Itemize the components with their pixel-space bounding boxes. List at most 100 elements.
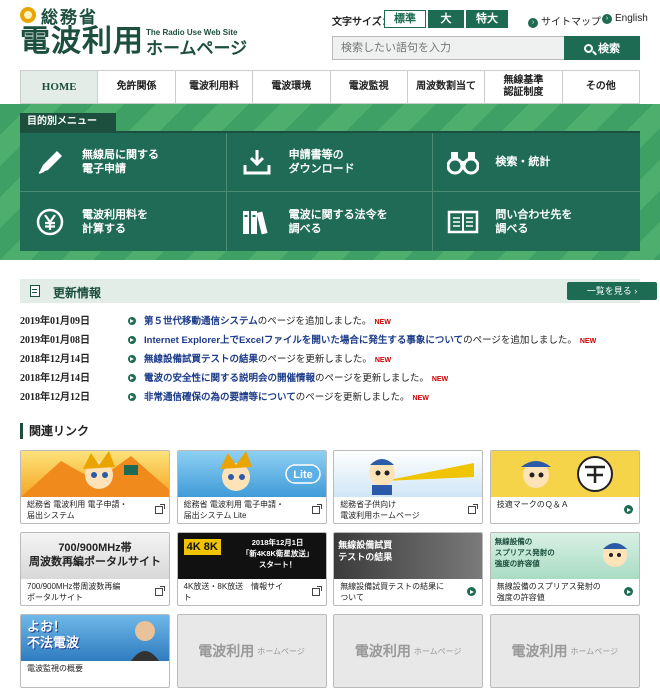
font-size-xlarge-button[interactable]: 特大	[466, 10, 508, 28]
banner-text: 700/900MHz帯 周波数再編ポータルサイト	[29, 542, 161, 568]
related-card-placeholder[interactable]: 電波利用 ホームページ	[176, 614, 327, 688]
site-subtitle: The Radio Use Web Site	[146, 28, 238, 37]
list-item: 2018年12月12日 非常通信確保の為の要請等についてのページを更新しました。…	[20, 388, 640, 407]
news-link[interactable]: Internet Explorer上でExcelファイルを開いた場合に発生する事…	[144, 335, 463, 346]
person-icon	[131, 621, 159, 661]
placeholder-title: 電波利用	[198, 643, 255, 659]
news-link[interactable]: 無線設備試買テストの結果	[144, 354, 258, 365]
related-card-monitoring[interactable]: よお！ 不法電波 電波監視の概要	[20, 614, 170, 688]
nav-radio-monitoring[interactable]: 電波監視	[329, 71, 407, 103]
related-card-e-application-lite[interactable]: Lite 総務省 電波利用 電子申請・ 届出システム Lite	[176, 450, 327, 524]
nav-radio-environment[interactable]: 電波環境	[252, 71, 329, 103]
news-date: 2018年12月14日	[20, 373, 90, 384]
english-label: English	[615, 13, 648, 24]
banner-image: Lite	[177, 451, 326, 497]
chevron-right-icon	[128, 374, 136, 382]
news-text: 非常通信確保の為の要請等についてのページを更新しました。 NEW	[144, 388, 429, 408]
document-icon	[30, 285, 40, 297]
new-badge: NEW	[374, 357, 392, 364]
site-name-suffix: ホームページ	[146, 39, 248, 58]
new-badge: NEW	[431, 376, 449, 383]
banner-text: よお！ 不法電波	[27, 619, 80, 650]
purpose-item-laws[interactable]: 電波に関する法令を 調べる	[227, 192, 434, 251]
new-badge: NEW	[579, 338, 597, 345]
nav-license[interactable]: 免許関係	[97, 71, 174, 103]
nav-home[interactable]: HOME	[21, 71, 98, 103]
header: 総務省 電波利用 The Radio Use Web Site ホームページ 文…	[0, 0, 660, 70]
purpose-item-contacts[interactable]: 問い合わせ先を 調べる	[433, 192, 640, 251]
external-link-icon	[155, 504, 165, 514]
purpose-item-fee-calc[interactable]: 電波利用料を 計算する	[20, 192, 227, 251]
external-link-icon	[155, 586, 165, 596]
updates-title: 更新情報	[53, 286, 102, 300]
page: 総務省 電波利用 The Radio Use Web Site ホームページ 文…	[0, 0, 660, 699]
purpose-item-download[interactable]: 申請書等の ダウンロード	[226, 133, 434, 192]
related-card-kids[interactable]: 総務省子供向け 電波利用ホームページ	[333, 450, 484, 524]
font-size-standard-button[interactable]: 標準	[384, 10, 426, 28]
purpose-item-label: 電波利用料を 計算する	[82, 208, 148, 235]
chevron-right-icon: ›	[602, 14, 612, 24]
news-link[interactable]: 第５世代移動通信システム	[144, 316, 258, 327]
search-button[interactable]: 検索	[564, 36, 640, 60]
card-label: 技適マークのＱ＆Ａ	[496, 500, 569, 509]
english-link[interactable]: › English	[602, 13, 648, 24]
new-badge: NEW	[374, 319, 391, 326]
related-links-title: 関連リンク	[20, 423, 89, 439]
related-card-purchase-test[interactable]: 無線設備試買 テストの結果 無線設備試買テストの結果に ついて	[333, 532, 484, 606]
updates-header: 更新情報 一覧を見る ›	[20, 279, 657, 303]
purpose-item-label: 無線局に関する 電子申請	[82, 149, 159, 175]
news-link[interactable]: 電波の安全性に関する説明会の開催情報	[144, 373, 315, 384]
giteki-mark-icon	[520, 456, 613, 492]
news-link[interactable]: 非常通信確保の為の要請等について	[144, 392, 296, 403]
card-label: 無線設備試買テストの結果に ついて	[340, 582, 445, 602]
news-rest: のページを更新しました。	[315, 373, 429, 384]
purpose-item-label: 電波に関する法令を 調べる	[288, 208, 388, 235]
news-rest: のページを追加しました。	[463, 335, 577, 346]
news-rest: のページを更新しました。	[258, 354, 372, 365]
card-label: 無線設備のスプリアス発射の 強度の許容値	[496, 582, 601, 602]
search-input[interactable]	[332, 36, 564, 60]
news-rest: のページを更新しました。	[295, 392, 410, 403]
placeholder-sub: ホームページ	[570, 646, 619, 656]
purpose-item-search-stats[interactable]: 検索・統計	[433, 133, 640, 192]
related-card-placeholder[interactable]: 電波利用 ホームページ	[333, 614, 484, 688]
related-card-e-application[interactable]: 総務省 電波利用 電子申請・ 届出システム	[20, 450, 170, 524]
purpose-item-e-application[interactable]: 無線局に関する 電子申請	[20, 133, 227, 192]
news-date: 2019年01月09日	[20, 316, 90, 327]
font-size-label: 文字サイズ：	[332, 17, 392, 28]
chevron-right-icon	[623, 505, 633, 514]
nav-usage-fee[interactable]: 電波利用料	[174, 71, 252, 103]
external-link-icon	[468, 504, 479, 514]
card-label: 総務省 電波利用 電子申請・ 届出システム	[27, 500, 128, 520]
view-list-button[interactable]: 一覧を見る ›	[567, 282, 657, 300]
ministry-emblem-icon	[20, 7, 36, 23]
nav-certification[interactable]: 無線基準 認証制度	[484, 71, 561, 103]
sitemap-link[interactable]: › サイトマップ	[528, 13, 601, 28]
related-card-spurious[interactable]: 無線設備の スプリアス発射の 強度の許容値 無線設備のスプリアス発射の 強度の許…	[489, 532, 640, 606]
updates-list: 2019年01月09日 第５世代移動通信システムのページを追加しました。 NEW …	[20, 312, 640, 407]
book-open-icon	[447, 208, 479, 236]
purpose-menu-title: 目的別メニュー	[20, 113, 116, 131]
chevron-right-icon	[128, 317, 136, 325]
svg-text:Lite: Lite	[293, 469, 313, 481]
card-label: 4K放送・8K放送 情報サイ ト	[183, 582, 284, 602]
related-card-700-900mhz[interactable]: 700/900MHz帯 周波数再編ポータルサイト 700/900MHz帯周波数再…	[20, 532, 170, 606]
related-card-giteki-qa[interactable]: 技適マークのＱ＆Ａ	[489, 450, 640, 524]
download-icon	[241, 148, 273, 176]
banner-image: 4K 8K 2018年12月1日 「新4K8K衛星放送」 スタート！	[177, 533, 326, 579]
new-badge: NEW	[412, 395, 429, 402]
related-card-placeholder[interactable]: 電波利用 ホームページ	[489, 614, 640, 688]
banner-text: 無線設備試買 テストの結果	[338, 540, 393, 562]
news-date: 2019年01月08日	[20, 335, 90, 346]
nav-frequency-allocation[interactable]: 周波数割当て	[406, 71, 484, 103]
nav-other[interactable]: その他	[561, 71, 639, 103]
pen-icon	[34, 148, 66, 176]
news-rest: のページを追加しました。	[257, 316, 372, 327]
font-size-large-button[interactable]: 大	[428, 10, 464, 28]
related-card-4k8k[interactable]: 4K 8K 2018年12月1日 「新4K8K衛星放送」 スタート！ 4K放送・…	[176, 532, 327, 606]
yen-icon	[34, 208, 66, 236]
banner-image	[21, 451, 169, 497]
books-icon	[241, 208, 273, 236]
banner-text: 2018年12月1日 「新4K8K衛星放送」 スタート！	[241, 538, 314, 569]
list-item: 2019年01月08日 Internet Explorer上でExcelファイル…	[20, 331, 640, 350]
